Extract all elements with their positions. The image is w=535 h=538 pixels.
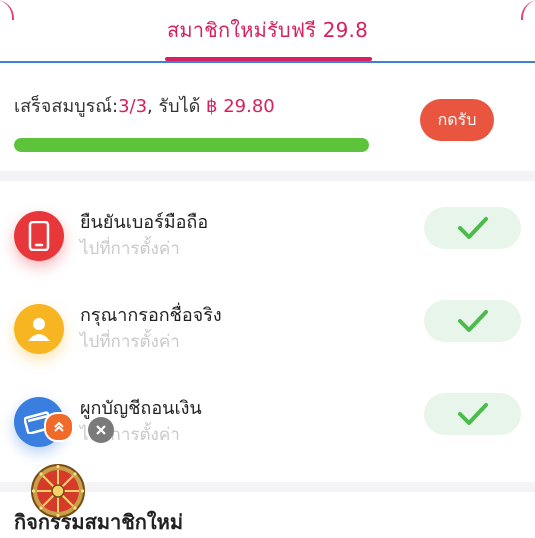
task-subtitle[interactable]: ไปที่การตั้งค่า [80,328,180,355]
user-icon [14,304,64,354]
check-icon [457,217,488,239]
task-title: ยืนยันเบอร์มือถือ [80,212,209,233]
section-divider [0,171,535,181]
progress-card: เสร็จสมบูรณ์:3/3, รับได้ ฿ 29.80 กดรับ [0,63,535,171]
lucky-wheel-icon[interactable] [30,463,86,519]
tab-new-member[interactable]: สมาชิกใหม่รับฟรี 29.8 [0,14,535,46]
progress-bar [14,138,369,152]
done-status [424,393,521,435]
check-icon [457,310,488,332]
done-status [424,300,521,342]
progress-label: เสร็จสมบูรณ์:3/3, รับได้ ฿ 29.80 [14,91,275,120]
progress-mid: , รับได้ [147,96,207,117]
progress-reward: ฿ 29.80 [206,96,275,117]
claim-button[interactable]: กดรับ [420,99,494,141]
header: สมาชิกใหม่รับฟรี 29.8 [0,0,535,64]
task-title: กรุณากรอกชื่อจริง [80,305,222,326]
progress-count: 3/3 [118,96,148,117]
task-subtitle[interactable]: ไปที่การตั้งค่า [80,235,180,262]
chevron-up-icon[interactable] [44,412,74,442]
progress-prefix: เสร็จสมบูรณ์: [14,96,119,117]
task-real-name[interactable]: กรุณากรอกชื่อจริง ไปที่การตั้งค่า [0,286,535,376]
task-verify-phone[interactable]: ยืนยันเบอร์มือถือ ไปที่การตั้งค่า [0,193,535,283]
close-icon[interactable] [88,417,114,443]
done-status [424,207,521,249]
task-bind-withdraw-account[interactable]: ผูกบัญชีถอนเงิน ไปที่การตั้งค่า [0,379,535,469]
progress-fill [14,138,369,152]
check-icon [457,403,488,425]
phone-icon [14,211,64,261]
